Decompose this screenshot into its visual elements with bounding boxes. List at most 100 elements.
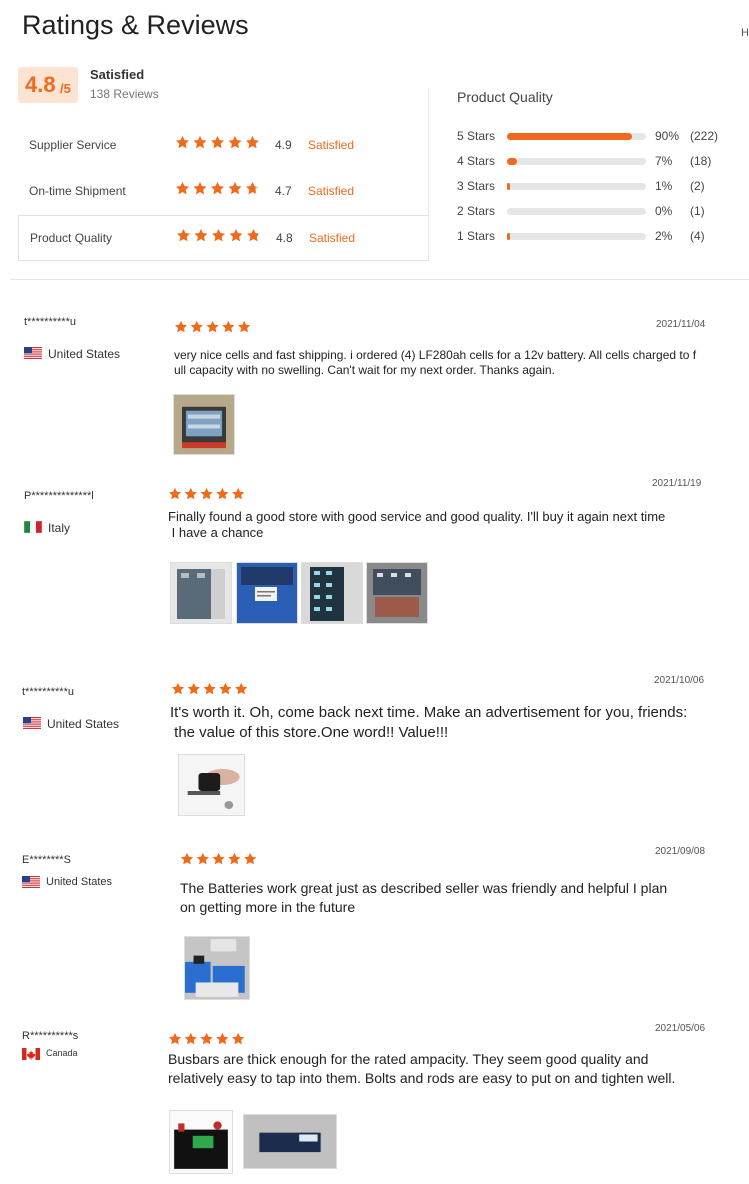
review-text: very nice cells and fast shipping. i ord… [174,348,697,362]
rating-bar-row[interactable]: 4 Stars 7% (18) [457,153,737,169]
battery-box-photo[interactable] [173,394,235,455]
bar-track [507,183,646,190]
bar-label: 1 Stars [457,229,496,243]
review-text: Finally found a good store with good ser… [168,509,666,524]
bar-count: (2) [690,179,705,193]
bar-count: (18) [690,154,712,168]
bar-label: 5 Stars [457,129,496,143]
us-flag-icon [24,347,42,359]
supplier-service-row: Supplier Service 4.9 Satisfied [18,123,429,169]
star-rating-icon [175,135,261,153]
italy-flag-icon [23,520,43,534]
overall-score-max: /5 [60,81,71,96]
rating-bar-row[interactable]: 1 Stars 2% (4) [457,228,737,244]
bar-percent: 2% [655,229,673,243]
service-score: 4.7 [275,184,292,198]
rating-bar-row[interactable]: 2 Stars 0% (1) [457,203,737,219]
country-name: Canada [46,1048,78,1058]
review-date: 2021/10/06 [654,675,705,686]
review-text: on getting more in the future [180,899,356,915]
review-date: 2021/11/19 [652,478,702,489]
single-cell-photo[interactable] [243,1114,337,1169]
section-divider [428,88,429,260]
review-text: the value of this store.One word!! Value… [170,724,449,741]
star-rating-icon [180,852,257,866]
reviewer-name: E********S [22,854,71,866]
country-name: United States [48,347,121,361]
service-label: On-time Shipment [29,184,126,198]
service-status: Satisfied [308,184,355,198]
blue-cells-photo[interactable] [184,936,250,1000]
page-title: Ratings & Reviews [22,10,249,40]
review-text: It's worth it. Oh, come back next time. … [170,704,688,721]
us-flag-icon [22,876,40,888]
review-text: Busbars are thick enough for the rated a… [168,1051,649,1067]
review-text: ull capacity with no swelling. Can't wai… [174,363,555,377]
quality-breakdown-title: Product Quality [457,89,553,105]
review-text: I have a chance [168,525,264,540]
star-rating-icon [175,181,261,199]
battery-pack-photo[interactable] [301,562,363,624]
bar-fill [507,233,510,240]
review-item: t**********u United States 2021/10/06 It's … [0,660,749,820]
star-rating-icon [168,1032,245,1046]
overall-score-badge: 4.8 /5 [18,67,78,103]
battery-terminals-photo[interactable] [366,562,428,624]
review-date: 2021/11/04 [656,319,706,330]
bar-track [507,208,646,215]
star-rating-icon [174,320,251,334]
rating-bar-row[interactable]: 5 Stars 90% (222) [457,128,737,144]
bar-count: (222) [690,129,719,143]
battery-with-display-photo[interactable] [169,1110,233,1174]
overall-status: Satisfied [90,67,145,82]
bar-percent: 90% [655,129,680,143]
service-score: 4.9 [275,138,292,152]
cutoff-edge-text: H [741,27,749,39]
review-text: relatively easy to tap into them. Bolts … [168,1070,676,1086]
package-label-photo[interactable] [236,562,298,624]
country-name: Italy [48,521,71,535]
country-name: United States [46,876,113,888]
bar-track [507,133,646,140]
star-rating-icon [168,487,245,501]
bar-label: 2 Stars [457,204,496,218]
hand-with-device-photo[interactable] [178,754,245,816]
bar-fill [507,158,517,165]
reviewer-name: t**********u [22,686,74,698]
reviewer-name: P**************l [24,490,94,502]
review-item: E********S United States 2021/09/08 The Bat… [0,832,749,992]
bar-percent: 7% [655,154,673,168]
reviews-count: 138 Reviews [90,87,159,101]
rating-bar-row[interactable]: 3 Stars 1% (2) [457,178,737,194]
review-text: The Batteries work great just as describ… [180,880,668,896]
service-label: Product Quality [30,231,113,245]
bar-track [507,158,646,165]
bar-count: (4) [690,229,705,243]
battery-cells-photo[interactable] [170,562,232,624]
bar-label: 4 Stars [457,154,496,168]
bar-fill [507,183,510,190]
overall-score: 4.8 [25,72,56,97]
us-flag-icon [23,717,41,729]
bar-percent: 0% [655,204,673,218]
reviewer-name: R**********s [22,1030,79,1042]
review-item: t**********u United States 2021/11/04 very … [0,280,749,440]
reviewer-name: t**********u [24,316,76,328]
star-rating-icon [176,228,262,246]
country-name: United States [47,717,120,731]
service-status: Satisfied [309,231,356,245]
bar-label: 3 Stars [457,179,496,193]
service-label: Supplier Service [29,138,117,152]
shipment-row: On-time Shipment 4.7 Satisfied [18,169,429,215]
bar-track [507,233,646,240]
review-date: 2021/09/08 [655,846,706,857]
review-item: R**********s Canada 2021/05/06 Busbars are … [0,1010,749,1170]
bar-count: (1) [690,204,705,218]
canada-flag-icon [22,1048,40,1060]
service-score: 4.8 [276,231,293,245]
bar-percent: 1% [655,179,673,193]
bar-fill [507,133,632,140]
product-quality-row[interactable]: Product Quality 4.8 Satisfied [18,215,429,261]
review-date: 2021/05/06 [655,1023,706,1034]
service-status: Satisfied [308,138,355,152]
